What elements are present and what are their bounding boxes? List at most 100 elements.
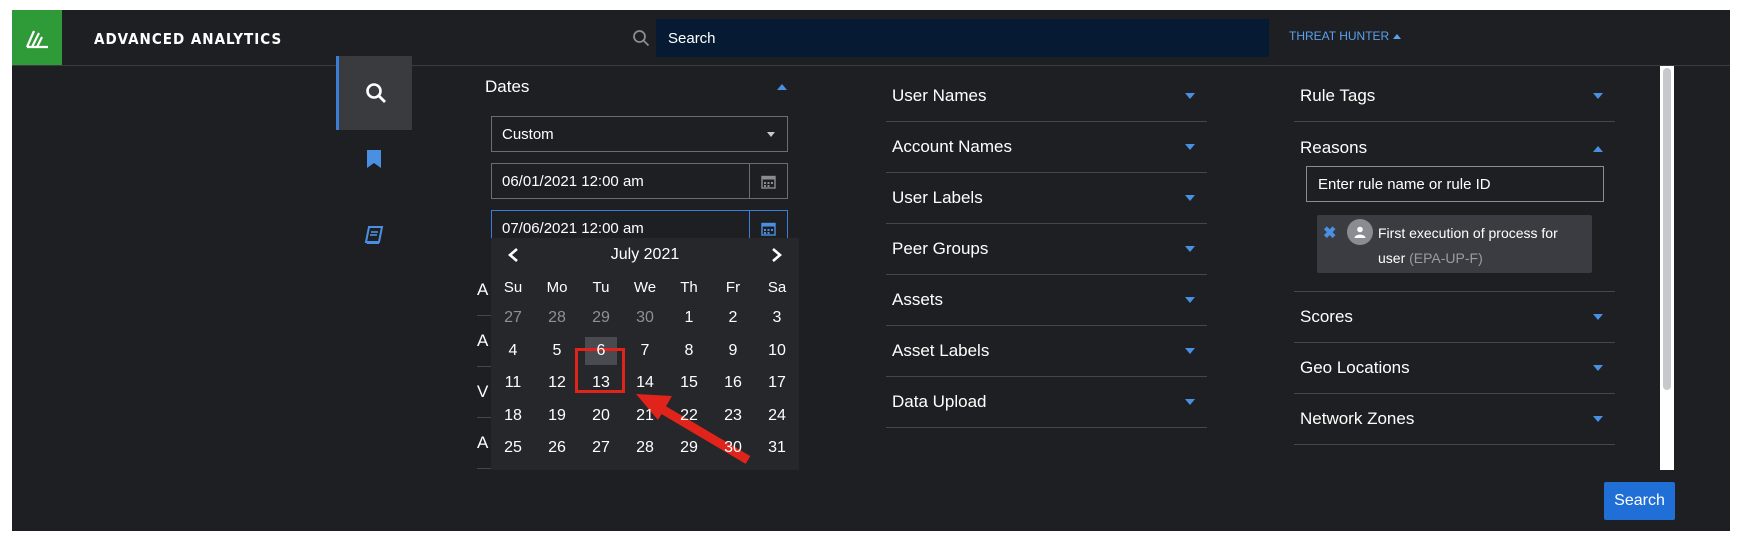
section-user-labels[interactable]: User Labels bbox=[886, 173, 1207, 224]
calendar-day[interactable]: 11 bbox=[491, 367, 535, 400]
chevron-right-icon[interactable] bbox=[771, 247, 783, 263]
reasons-search-input[interactable] bbox=[1306, 166, 1604, 202]
section-asset-labels[interactable]: Asset Labels bbox=[886, 326, 1207, 377]
scrollbar-thumb[interactable] bbox=[1663, 68, 1671, 390]
calendar-day[interactable]: 20 bbox=[579, 400, 623, 433]
hidden-section-3[interactable]: V bbox=[477, 366, 491, 418]
section-user-names[interactable]: User Names bbox=[886, 71, 1207, 122]
section-label: Assets bbox=[892, 290, 944, 309]
section-peer-groups[interactable]: Peer Groups bbox=[886, 224, 1207, 275]
chevron-down-icon bbox=[1593, 416, 1603, 422]
chevron-up-icon bbox=[1593, 146, 1603, 152]
rail-item-search[interactable] bbox=[336, 56, 412, 130]
calendar-day[interactable]: 16 bbox=[711, 367, 755, 400]
section-label: Peer Groups bbox=[892, 239, 989, 258]
calendar-day-number: 11 bbox=[504, 374, 522, 392]
calendar-day-number: 3 bbox=[772, 309, 782, 327]
calendar-day[interactable]: 21 bbox=[623, 400, 667, 433]
calendar-day-number: 30 bbox=[724, 439, 742, 457]
calendar-day[interactable]: 22 bbox=[667, 400, 711, 433]
calendar-day[interactable]: 10 bbox=[755, 335, 799, 368]
chevron-up-icon bbox=[1393, 33, 1402, 39]
hidden-section-label: A bbox=[477, 330, 489, 350]
rail-item-library[interactable] bbox=[336, 198, 412, 272]
calendar-day[interactable]: 25 bbox=[491, 432, 535, 465]
calendar-day[interactable]: 31 bbox=[755, 432, 799, 465]
chevron-left-icon[interactable] bbox=[507, 247, 519, 263]
calendar-day-number: 4 bbox=[508, 341, 518, 359]
start-date-field[interactable]: 06/01/2021 12:00 am bbox=[491, 163, 788, 199]
chevron-down-icon bbox=[1593, 365, 1603, 371]
calendar-day-number: 27 bbox=[504, 309, 522, 327]
chevron-down-icon bbox=[1593, 93, 1603, 99]
chevron-down-icon bbox=[1185, 348, 1195, 354]
logo[interactable] bbox=[12, 10, 62, 65]
section-geo-locations[interactable]: Geo Locations bbox=[1294, 343, 1615, 394]
start-date-calendar-button[interactable] bbox=[749, 164, 787, 198]
calendar-day[interactable]: 29 bbox=[667, 432, 711, 465]
section-assets[interactable]: Assets bbox=[886, 275, 1207, 326]
rail-item-bookmarks[interactable] bbox=[336, 122, 412, 196]
calendar-day[interactable]: 27 bbox=[491, 302, 535, 335]
hidden-section-1[interactable]: A bbox=[477, 264, 491, 316]
calendar-day[interactable]: 18 bbox=[491, 400, 535, 433]
search-icon bbox=[633, 30, 650, 47]
calendar-day[interactable]: 19 bbox=[535, 400, 579, 433]
calendar-day[interactable]: 1 bbox=[667, 302, 711, 335]
search-icon bbox=[365, 83, 386, 103]
user-menu[interactable]: THREAT HUNTER bbox=[1289, 29, 1402, 43]
calendar-day-number: 20 bbox=[592, 406, 610, 424]
calendar-day-number: 17 bbox=[768, 374, 786, 392]
calendar-day[interactable]: 27 bbox=[579, 432, 623, 465]
calendar-day-selected[interactable]: 6 bbox=[579, 335, 623, 368]
book-icon bbox=[364, 226, 384, 244]
section-data-upload[interactable]: Data Upload bbox=[886, 377, 1207, 428]
calendar-day-number: 21 bbox=[636, 406, 654, 424]
calendar-day[interactable]: 23 bbox=[711, 400, 755, 433]
calendar-day[interactable]: 9 bbox=[711, 335, 755, 368]
weekday-header: We bbox=[633, 278, 657, 296]
calendar-day[interactable]: 5 bbox=[535, 335, 579, 368]
calendar-day[interactable]: 12 bbox=[535, 367, 579, 400]
calendar-day[interactable]: 17 bbox=[755, 367, 799, 400]
calendar-day[interactable]: 2 bbox=[711, 302, 755, 335]
section-account-names[interactable]: Account Names bbox=[886, 122, 1207, 173]
calendar-day[interactable]: 28 bbox=[535, 302, 579, 335]
calendar-day[interactable]: 14 bbox=[623, 367, 667, 400]
remove-tag-icon[interactable]: ✖ bbox=[1323, 223, 1336, 243]
hidden-section-label: A bbox=[477, 432, 489, 452]
chevron-down-icon bbox=[1185, 144, 1195, 150]
section-network-zones[interactable]: Network Zones bbox=[1294, 394, 1615, 445]
calendar-day[interactable]: 15 bbox=[667, 367, 711, 400]
user-icon bbox=[1347, 219, 1373, 245]
calendar-day[interactable]: 30 bbox=[623, 302, 667, 335]
calendar-day[interactable]: 26 bbox=[535, 432, 579, 465]
dates-section-header[interactable]: Dates bbox=[485, 72, 793, 102]
chevron-down-icon bbox=[767, 132, 775, 137]
weekday-header: Mo bbox=[546, 278, 568, 296]
section-label: Reasons bbox=[1300, 138, 1368, 157]
calendar-day-number: 25 bbox=[504, 439, 522, 457]
user-menu-label: THREAT HUNTER bbox=[1289, 29, 1390, 43]
search-button[interactable]: Search bbox=[1604, 482, 1675, 520]
calendar-day[interactable]: 30 bbox=[711, 432, 755, 465]
scrollbar[interactable] bbox=[1660, 66, 1674, 470]
section-scores[interactable]: Scores bbox=[1294, 292, 1615, 343]
calendar-day[interactable]: 4 bbox=[491, 335, 535, 368]
section-rule-tags[interactable]: Rule Tags bbox=[1294, 71, 1615, 122]
global-search-input[interactable] bbox=[656, 19, 1269, 57]
calendar-day-number: 15 bbox=[680, 374, 698, 392]
hidden-section-label: A bbox=[477, 279, 489, 299]
weekday-header: Fr bbox=[725, 278, 741, 296]
calendar-day[interactable]: 3 bbox=[755, 302, 799, 335]
calendar-day[interactable]: 24 bbox=[755, 400, 799, 433]
calendar-day[interactable]: 29 bbox=[579, 302, 623, 335]
calendar-day[interactable]: 7 bbox=[623, 335, 667, 368]
calendar-day[interactable]: 13 bbox=[579, 367, 623, 400]
date-range-select[interactable]: Custom bbox=[491, 116, 788, 152]
calendar-day[interactable]: 28 bbox=[623, 432, 667, 465]
hidden-section-2[interactable]: A bbox=[477, 315, 491, 367]
hidden-section-4[interactable]: A bbox=[477, 417, 491, 469]
section-label: Scores bbox=[1300, 307, 1353, 326]
calendar-day[interactable]: 8 bbox=[667, 335, 711, 368]
